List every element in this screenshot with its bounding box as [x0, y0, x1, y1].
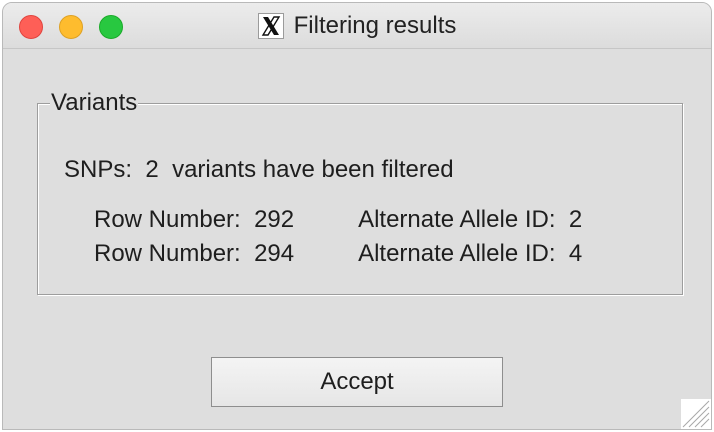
- alternate-allele-value: 2: [568, 206, 583, 233]
- row-number-label: Row Number:: [94, 206, 241, 233]
- variants-groupbox: Variants SNPs: 2 variants have been filt…: [37, 90, 683, 295]
- row-number-label: Row Number:: [94, 240, 241, 267]
- window-title: Filtering results: [293, 12, 457, 39]
- title-group: Filtering results: [3, 3, 711, 49]
- filtering-results-window: Filtering results Variants SNPs: 2 varia…: [2, 2, 712, 430]
- row-number-value: 292: [254, 206, 295, 233]
- title-bar[interactable]: Filtering results: [3, 3, 711, 49]
- variants-groupbox-label: Variants: [50, 89, 139, 116]
- snp-summary-label: SNPs:: [64, 156, 133, 183]
- snp-summary-text: variants have been filtered: [172, 156, 454, 183]
- resize-grip-icon[interactable]: [681, 399, 711, 429]
- snp-summary: SNPs: 2 variants have been filtered: [64, 156, 454, 184]
- accept-button[interactable]: Accept: [211, 357, 503, 407]
- row-number-value: 294: [254, 240, 295, 267]
- snp-count: 2: [145, 156, 159, 183]
- x11-app-icon: [257, 13, 284, 39]
- variant-row: Row Number: 292 Alternate Allele ID: 2: [94, 206, 582, 234]
- alternate-allele-label: Alternate Allele ID:: [358, 206, 556, 233]
- alternate-allele-label: Alternate Allele ID:: [358, 240, 556, 267]
- variant-row: Row Number: 294 Alternate Allele ID: 4: [94, 240, 582, 268]
- alternate-allele-value: 4: [568, 240, 583, 267]
